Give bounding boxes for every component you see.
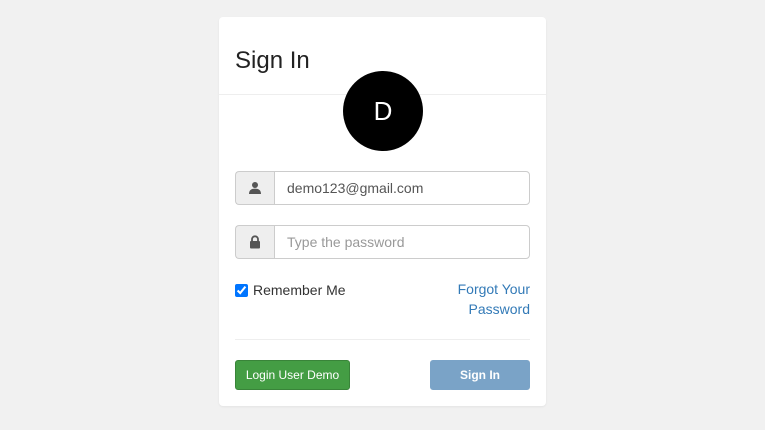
forgot-password-link[interactable]: Forgot Your Password bbox=[420, 279, 530, 319]
login-user-demo-button[interactable]: Login User Demo bbox=[235, 360, 350, 390]
sign-in-panel: Sign In D Remember Me Forgot Your Passwo… bbox=[219, 17, 546, 406]
user-icon bbox=[235, 171, 274, 205]
page-title: Sign In bbox=[235, 47, 310, 74]
divider bbox=[235, 339, 530, 340]
remember-me[interactable]: Remember Me bbox=[235, 282, 346, 298]
lock-icon bbox=[235, 225, 274, 259]
sign-in-button[interactable]: Sign In bbox=[430, 360, 530, 390]
remember-me-label: Remember Me bbox=[253, 282, 346, 298]
password-field[interactable] bbox=[274, 225, 530, 259]
email-field[interactable] bbox=[274, 171, 530, 205]
remember-me-checkbox[interactable] bbox=[235, 283, 248, 297]
password-input-group bbox=[235, 225, 530, 259]
email-input-group bbox=[235, 171, 530, 205]
avatar: D bbox=[343, 71, 423, 151]
